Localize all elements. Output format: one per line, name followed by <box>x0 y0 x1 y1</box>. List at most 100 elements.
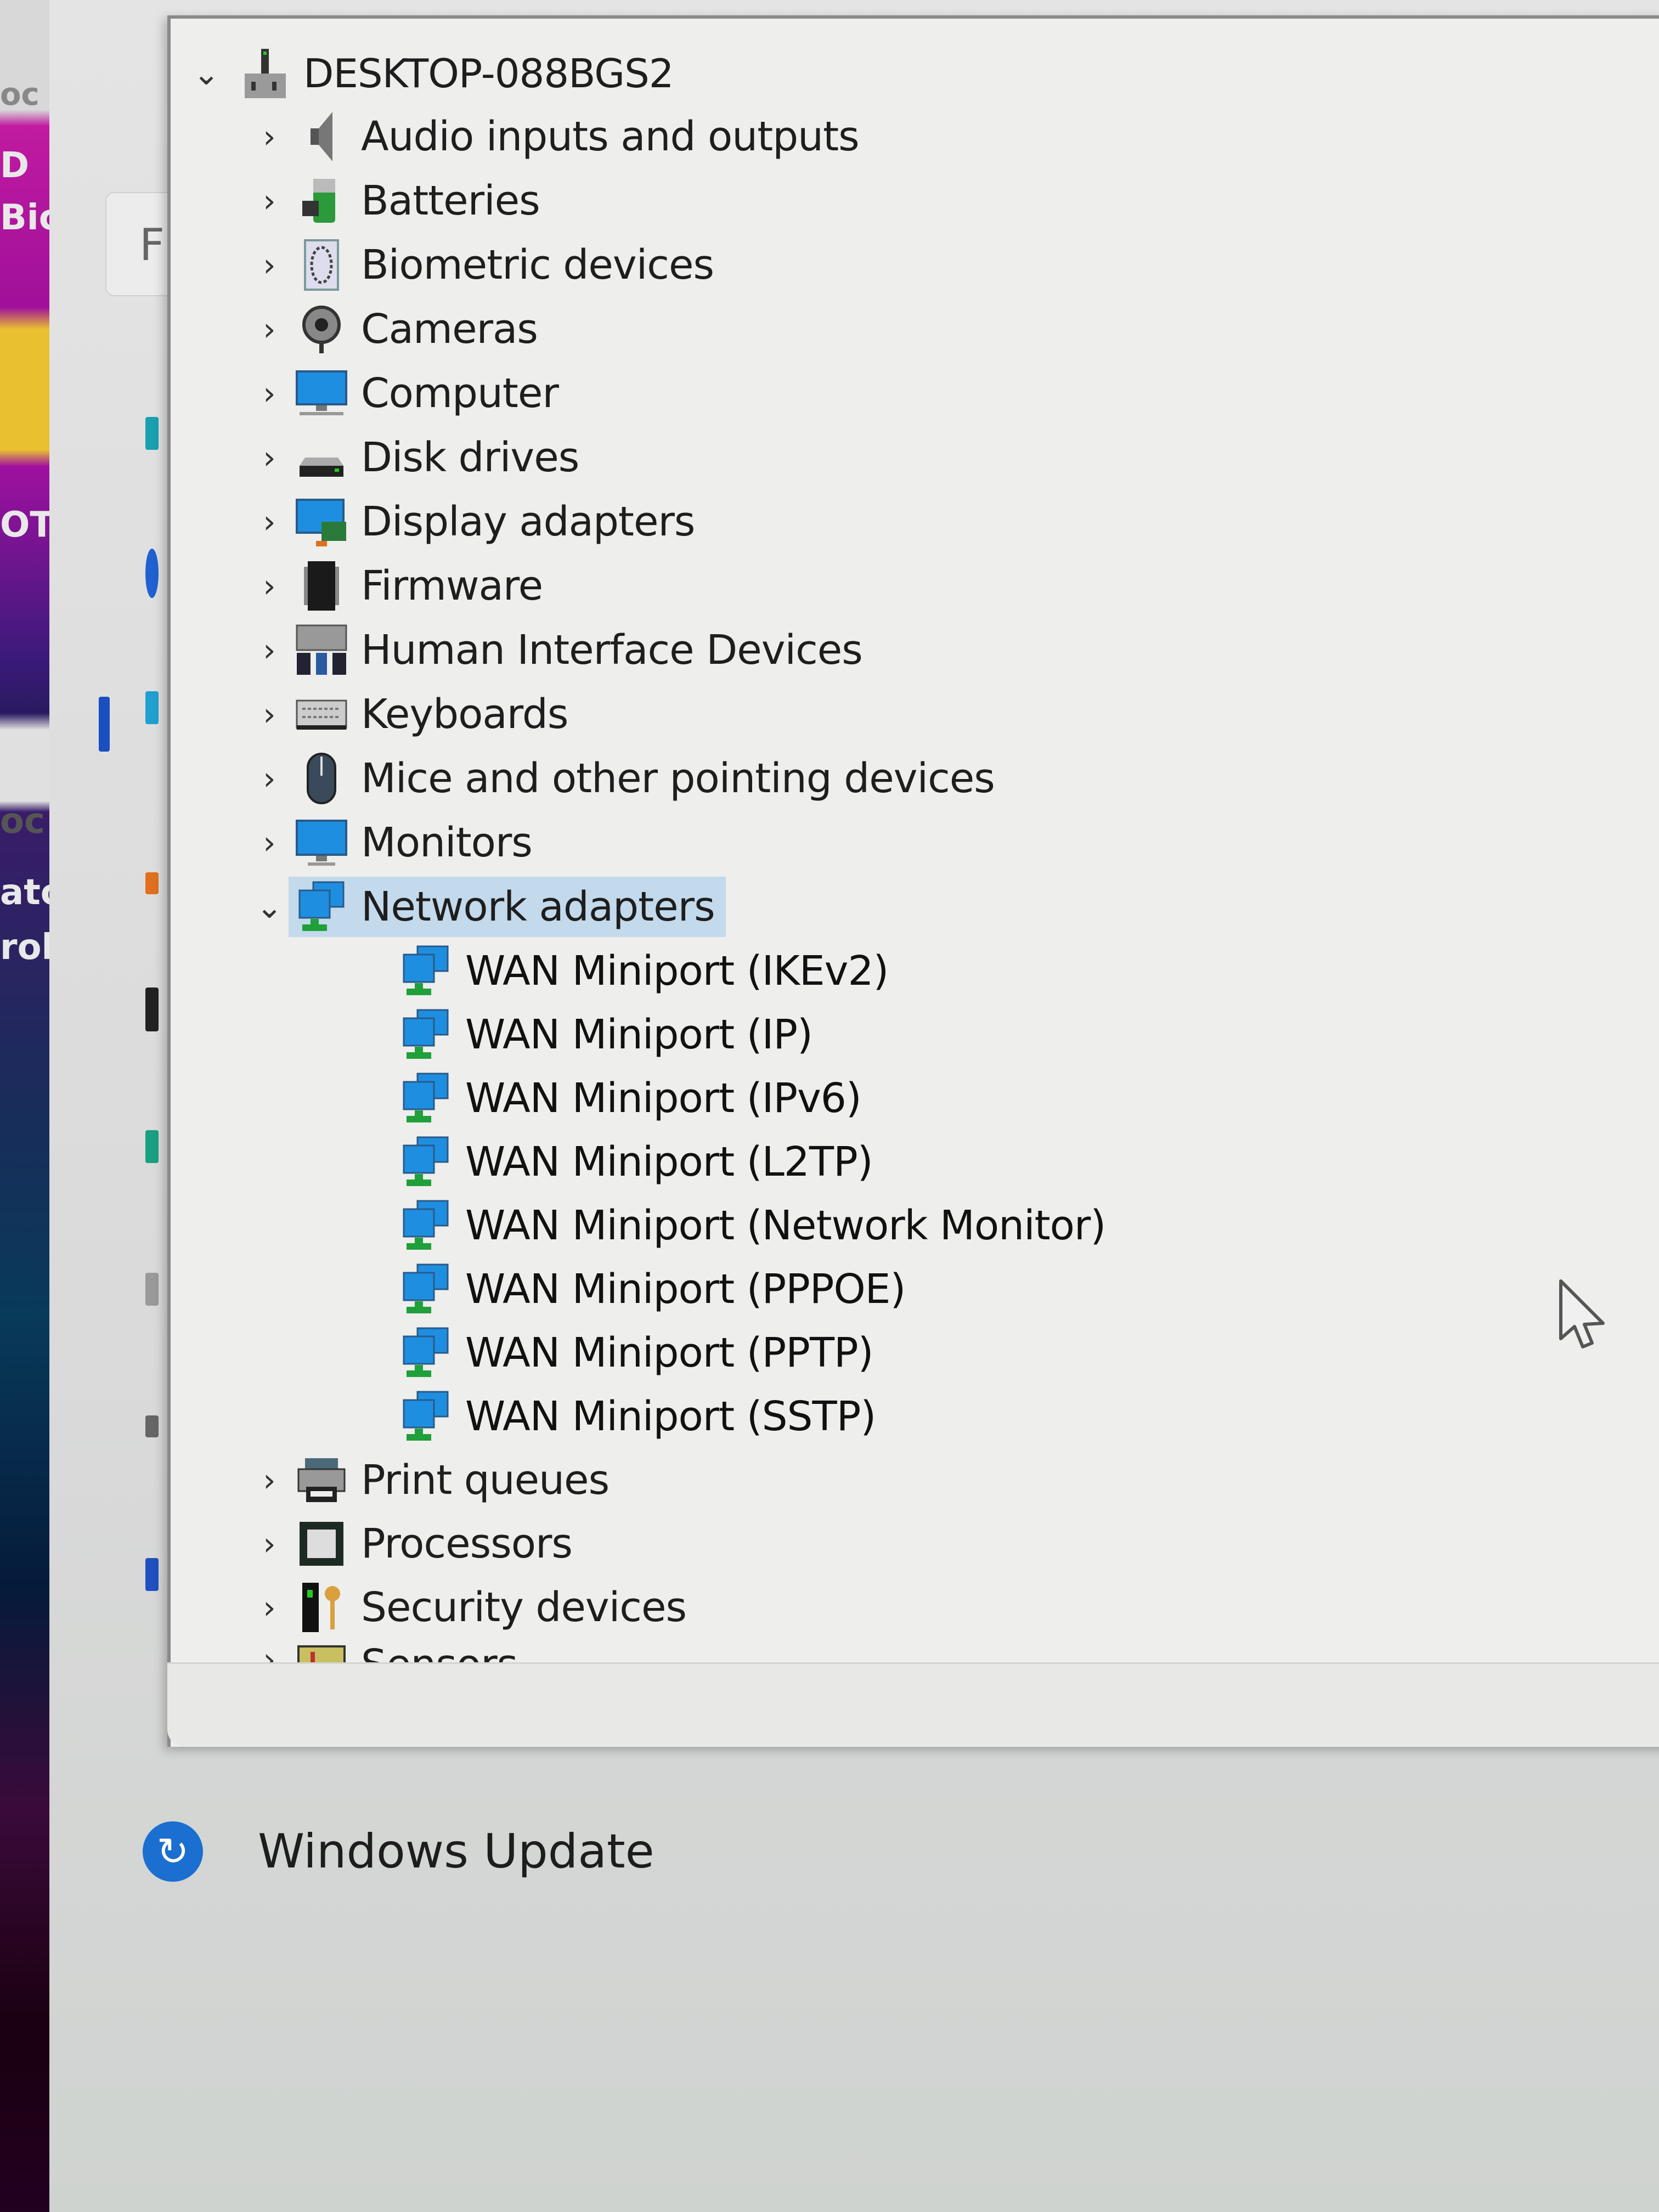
tree-category[interactable]: › Monitors <box>256 812 532 873</box>
chevron-right-icon[interactable]: › <box>256 375 283 412</box>
chevron-right-icon[interactable]: › <box>256 503 283 540</box>
monitor-icon <box>294 366 349 421</box>
network-adapter-item[interactable]: WAN Miniport (Network Monitor) <box>387 1195 1106 1256</box>
display-adapter-icon <box>294 494 349 549</box>
processor-icon <box>294 1516 349 1571</box>
category-label: Security devices <box>361 1584 687 1631</box>
category-label: Processors <box>361 1520 573 1567</box>
chevron-right-icon[interactable]: › <box>256 182 283 219</box>
tree-category[interactable]: › Display adapters <box>256 492 695 552</box>
settings-nav-icon[interactable] <box>145 1130 159 1163</box>
category-label: Disk drives <box>361 434 579 481</box>
category-label: Cameras <box>361 306 538 353</box>
settings-nav-icon[interactable] <box>145 988 159 1031</box>
network-adapter-icon <box>398 1325 453 1380</box>
settings-nav-icon[interactable] <box>145 417 159 450</box>
chevron-right-icon[interactable]: › <box>256 439 283 476</box>
chevron-right-icon[interactable]: › <box>256 118 283 155</box>
tree-category[interactable]: › Security devices <box>256 1577 687 1638</box>
chevron-right-icon[interactable]: › <box>256 760 283 797</box>
settings-nav-icon[interactable] <box>145 1415 159 1437</box>
network-adapter-icon <box>398 944 453 998</box>
network-adapter-item[interactable]: WAN Miniport (PPPOE) <box>387 1259 906 1319</box>
chevron-right-icon[interactable]: › <box>256 1462 283 1499</box>
tree-category-network-adapters[interactable]: ⌄ Network adapters <box>256 877 726 937</box>
security-key-icon <box>294 1580 349 1635</box>
tree-category[interactable]: › Processors <box>256 1514 573 1574</box>
speaker-icon <box>294 109 349 164</box>
tree-category[interactable]: › Mice and other pointing devices <box>256 748 995 809</box>
network-adapter-item[interactable]: WAN Miniport (IKEv2) <box>387 941 889 1001</box>
network-adapter-icon <box>294 879 349 934</box>
tree-category[interactable]: › Computer <box>256 363 558 424</box>
chevron-right-icon[interactable]: › <box>256 1525 283 1562</box>
battery-icon <box>294 173 349 228</box>
chevron-right-icon[interactable]: › <box>256 567 283 605</box>
settings-nav-icon[interactable] <box>145 872 159 894</box>
tree-category[interactable]: › Human Interface Devices <box>256 620 863 680</box>
network-adapter-icon <box>398 1389 453 1444</box>
printer-icon <box>294 1453 349 1508</box>
webcam-icon <box>294 302 349 357</box>
chevron-down-icon[interactable]: ⌄ <box>256 888 283 926</box>
mouse-cursor-icon <box>1558 1278 1607 1352</box>
chevron-right-icon[interactable]: › <box>256 246 283 284</box>
chevron-down-icon[interactable]: ⌄ <box>193 55 220 92</box>
tree-category[interactable]: › Audio inputs and outputs <box>256 106 860 167</box>
adapter-label: WAN Miniport (IP) <box>465 1011 813 1058</box>
chevron-right-icon[interactable]: › <box>256 1589 283 1626</box>
settings-nav-icon[interactable] <box>145 1273 159 1306</box>
network-adapter-item[interactable]: WAN Miniport (PPTP) <box>387 1323 874 1383</box>
hid-icon <box>294 623 349 678</box>
windows-update-icon: ↻ <box>143 1821 203 1882</box>
fingerprint-icon <box>294 238 349 292</box>
network-adapter-item[interactable]: WAN Miniport (L2TP) <box>387 1132 873 1192</box>
monitor-icon <box>294 815 349 870</box>
category-label: Monitors <box>361 819 533 866</box>
network-adapter-icon <box>398 1007 453 1062</box>
tree-root-desktop[interactable]: ⌄ DESKTOP-088BGS2 <box>193 43 674 104</box>
category-label: Human Interface Devices <box>361 627 863 674</box>
network-adapter-item[interactable]: WAN Miniport (SSTP) <box>387 1386 876 1447</box>
category-label: Audio inputs and outputs <box>361 113 860 160</box>
tree-category[interactable]: › Disk drives <box>256 427 579 488</box>
network-adapter-item[interactable]: WAN Miniport (IP) <box>387 1005 813 1065</box>
tree-category[interactable]: › Cameras <box>256 299 538 359</box>
desktop-background-strip: oc D Bic OTH oc ato rol <box>0 0 83 2212</box>
desktop-text-fragment: D <box>0 145 30 186</box>
adapter-label: WAN Miniport (PPPOE) <box>465 1266 906 1313</box>
category-label: Batteries <box>361 177 540 224</box>
category-label: Firmware <box>361 562 543 610</box>
desktop-text-fragment: oc <box>0 77 40 112</box>
chevron-right-icon[interactable]: › <box>256 696 283 733</box>
disk-drive-icon <box>294 430 349 485</box>
device-manager-status-bar <box>167 1662 1659 1746</box>
computer-name: DESKTOP-088BGS2 <box>303 50 674 97</box>
network-adapter-item[interactable]: WAN Miniport (IPv6) <box>387 1068 862 1128</box>
category-label: Biometric devices <box>361 241 714 289</box>
tree-category[interactable]: › Keyboards <box>256 684 568 744</box>
chevron-right-icon[interactable]: › <box>256 311 283 348</box>
chevron-right-icon[interactable]: › <box>256 631 283 669</box>
network-adapter-icon <box>398 1071 453 1126</box>
category-label: Network adapters <box>361 883 715 930</box>
settings-nav-icon[interactable] <box>145 549 159 598</box>
tree-category[interactable]: › Biometric devices <box>256 235 714 295</box>
desktop-text-fragment: oc <box>0 801 45 842</box>
adapter-label: WAN Miniport (IKEv2) <box>465 947 889 995</box>
tree-category[interactable]: › Batteries <box>256 171 540 231</box>
chevron-right-icon[interactable]: › <box>256 824 283 861</box>
settings-nav-selected-indicator <box>99 697 110 752</box>
network-adapter-icon <box>398 1135 453 1189</box>
keyboard-icon <box>294 687 349 742</box>
category-label: Display adapters <box>361 498 695 545</box>
tree-category[interactable]: › Firmware <box>256 556 543 616</box>
category-label: Keyboards <box>361 691 568 738</box>
settings-tab[interactable]: F <box>105 192 171 296</box>
settings-nav-icon[interactable] <box>145 691 159 724</box>
windows-update-nav-item[interactable]: ↻ Windows Update <box>143 1821 654 1882</box>
category-label: Mice and other pointing devices <box>361 755 995 802</box>
settings-nav-icon[interactable] <box>145 1558 159 1591</box>
tree-category[interactable]: › Print queues <box>256 1450 610 1510</box>
device-manager-window: ⌄ DESKTOP-088BGS2 › Audio inputs and out… <box>167 15 1659 1747</box>
